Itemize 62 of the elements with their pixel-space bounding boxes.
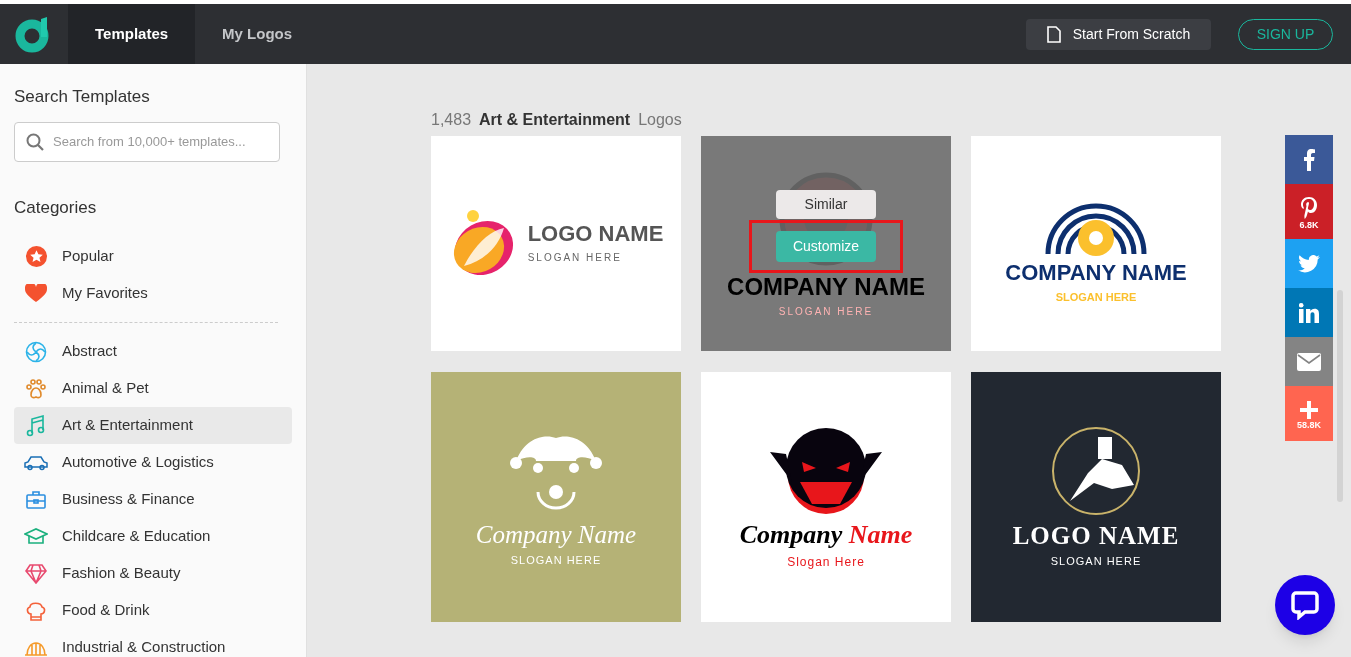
- chat-button[interactable]: [1275, 575, 1335, 635]
- search-field[interactable]: Search from 10,000+ templates...: [14, 121, 280, 162]
- logo-name: COMPANY NAME: [727, 274, 925, 299]
- document-icon: [1046, 25, 1061, 43]
- search-icon: [26, 132, 44, 151]
- diamond-icon: [25, 563, 47, 584]
- search-heading: Search Templates: [14, 86, 151, 108]
- category-item[interactable]: Art & Entertainment: [14, 407, 292, 444]
- pinterest-icon: [1300, 197, 1318, 219]
- share-button[interactable]: [1285, 288, 1333, 337]
- car-icon: [24, 454, 48, 471]
- similar-button[interactable]: Similar: [776, 190, 876, 219]
- logo-name: LOGO NAME: [527, 222, 664, 245]
- category-item[interactable]: Abstract: [14, 333, 292, 370]
- logo-slogan: SLOGAN HERE: [1050, 553, 1142, 569]
- category-item[interactable]: Automotive & Logistics: [14, 444, 292, 481]
- heart-icon: [25, 284, 47, 303]
- categories-heading: Categories: [14, 196, 98, 219]
- start-from-scratch-button[interactable]: Start From Scratch: [1026, 18, 1211, 50]
- category-item[interactable]: Food & Drink: [14, 592, 292, 629]
- logo-slogan: SLOGAN HERE: [527, 250, 622, 265]
- logo-name: Company Name: [739, 521, 913, 548]
- result-suffix: Logos: [638, 110, 682, 130]
- category-item[interactable]: Business & Finance: [14, 481, 292, 518]
- logo-template-card[interactable]: Similar Customize COMPANY NAME SLOGAN HERE: [701, 136, 951, 351]
- briefcase-icon: [26, 490, 46, 509]
- share-button[interactable]: [1285, 337, 1333, 386]
- chef-hat-icon: [25, 599, 47, 622]
- music-note-icon: [26, 414, 46, 437]
- category-item[interactable]: My Favorites: [14, 275, 292, 312]
- share-button[interactable]: [1285, 135, 1333, 184]
- logo-slogan: SLOGAN HERE: [510, 552, 602, 568]
- linkedin-icon: [1299, 302, 1319, 323]
- twitter-bird-icon: [1298, 254, 1320, 273]
- logo-template-card[interactable]: COMPANY NAME SLOGAN HERE: [971, 136, 1221, 351]
- nav-tab[interactable]: Templates: [68, 4, 196, 64]
- logo-name: Company Name: [475, 521, 637, 547]
- swirl-icon: [25, 340, 47, 363]
- share-button[interactable]: 6.8K: [1285, 184, 1333, 239]
- envelope-icon: [1297, 352, 1321, 371]
- logo-template-card[interactable]: LOGO NAME SLOGAN HERE: [431, 136, 681, 351]
- result-count: 1,483: [431, 110, 472, 130]
- share-button[interactable]: [1285, 239, 1333, 288]
- logo-template-card[interactable]: Company Name Slogan Here: [701, 372, 951, 622]
- graduation-cap-icon: [24, 527, 48, 546]
- facebook-icon: [1303, 148, 1315, 171]
- logo-name: LOGO NAME: [1012, 522, 1180, 548]
- logo-template-card[interactable]: LOGO NAME SLOGAN HERE: [971, 372, 1221, 622]
- category-item[interactable]: Childcare & Education: [14, 518, 292, 555]
- chat-bubble-icon: [1290, 590, 1320, 620]
- category-item[interactable]: Popular: [14, 238, 292, 275]
- logo-name: COMPANY NAME: [1005, 261, 1187, 284]
- logo-slogan: SLOGAN HERE: [778, 304, 874, 319]
- nav-tab[interactable]: My Logos: [195, 4, 320, 64]
- category-title: Art & Entertainment: [479, 110, 631, 130]
- logo-slogan: Slogan Here: [787, 553, 865, 571]
- plus-icon: [1300, 401, 1318, 419]
- paw-icon: [25, 377, 47, 400]
- category-item[interactable]: Industrial & Construction: [14, 629, 292, 657]
- logo-slogan: SLOGAN HERE: [1055, 289, 1137, 305]
- category-item[interactable]: Animal & Pet: [14, 370, 292, 407]
- category-item[interactable]: Fashion & Beauty: [14, 555, 292, 592]
